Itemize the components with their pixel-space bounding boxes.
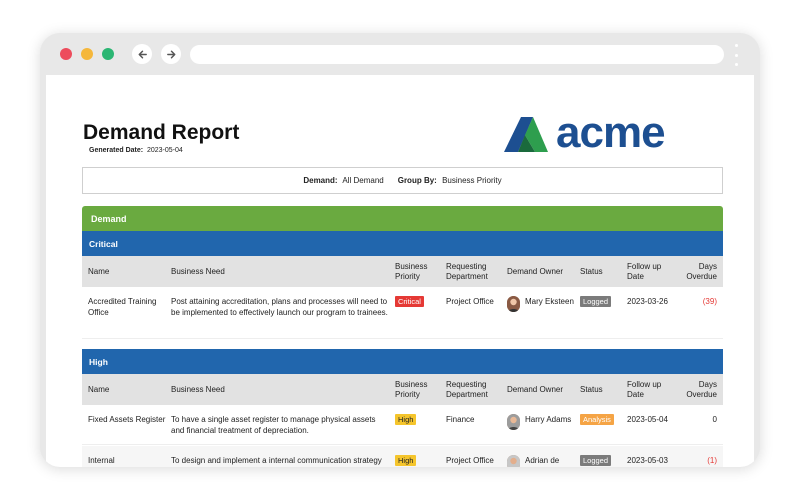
group-by-value: Business Priority	[442, 176, 502, 185]
group-by-filter: Group By: Business Priority	[398, 176, 502, 185]
row-name[interactable]: Accredited Training Office	[88, 296, 166, 318]
close-window-button[interactable]	[60, 48, 72, 60]
col-days-overdue: Days Overdue	[686, 261, 717, 281]
col-requesting-department: Requesting Department	[446, 379, 488, 399]
row-days-overdue: (39)	[702, 297, 717, 306]
row-department: Project Office	[446, 297, 494, 306]
back-button[interactable]	[132, 44, 152, 64]
status-badge: Logged	[580, 296, 612, 307]
filter-summary: Demand: All Demand Group By: Business Pr…	[82, 167, 723, 194]
demand-filter-value: All Demand	[342, 176, 384, 185]
arrow-left-icon	[138, 50, 147, 58]
avatar	[507, 455, 520, 467]
avatar	[507, 296, 520, 312]
col-days-overdue: Days Overdue	[686, 379, 717, 399]
row-days-overdue: 0	[712, 415, 717, 424]
col-business-priority: Business Priority	[395, 379, 428, 399]
row-business-need: To design and implement a internal commu…	[171, 456, 382, 465]
row-follow-up-date: 2023-03-26	[627, 297, 668, 306]
row-business-need: To have a single asset register to manag…	[171, 415, 376, 435]
col-business-priority: Business Priority	[395, 261, 428, 281]
col-name: Name	[88, 384, 110, 394]
page-title: Demand Report	[83, 121, 240, 144]
col-follow-up-date: Follow up Date	[627, 379, 662, 399]
row-days-overdue: (1)	[707, 456, 717, 465]
kebab-menu-icon[interactable]	[733, 44, 739, 66]
arrow-right-icon	[166, 50, 175, 58]
row-owner: Adrian de Villiers	[525, 456, 560, 465]
row-name[interactable]: Internal Communications Strategy	[88, 455, 166, 467]
table-row[interactable]: Fixed Assets Register To have a single a…	[82, 405, 723, 445]
row-owner: Mary Eksteen	[525, 297, 574, 306]
col-name: Name	[88, 266, 110, 276]
table-row[interactable]: Accredited Training Office Post attainin…	[82, 287, 723, 339]
table-row[interactable]: Internal Communications Strategy To desi…	[82, 446, 723, 467]
col-status: Status	[580, 384, 603, 394]
row-department: Project Office	[446, 456, 494, 465]
row-follow-up-date: 2023-05-03	[627, 456, 668, 465]
col-status: Status	[580, 266, 603, 276]
logo-text: acme	[556, 115, 665, 153]
table-header: Name Business Need Business Priority Requ…	[82, 256, 723, 287]
maximize-window-button[interactable]	[102, 48, 114, 60]
col-business-need: Business Need	[171, 384, 225, 394]
browser-window: Demand Report Generated Date: 2023-05-04…	[40, 33, 760, 467]
address-bar[interactable]	[190, 45, 724, 64]
row-business-need: Post attaining accreditation, plans and …	[171, 297, 388, 317]
acme-logo: acme	[504, 115, 666, 153]
generated-date: Generated Date: 2023-05-04	[89, 147, 183, 154]
group-header-critical: Critical	[82, 231, 723, 256]
col-follow-up-date: Follow up Date	[627, 261, 662, 281]
status-badge: Logged	[580, 455, 612, 466]
group-by-label: Group By:	[397, 176, 437, 185]
forward-button[interactable]	[161, 44, 181, 64]
report-page: Demand Report Generated Date: 2023-05-04…	[46, 75, 754, 467]
row-name[interactable]: Fixed Assets Register	[88, 414, 166, 425]
row-follow-up-date: 2023-05-04	[627, 415, 668, 424]
avatar	[507, 414, 520, 430]
col-demand-owner: Demand Owner	[507, 384, 564, 394]
browser-toolbar	[40, 33, 760, 75]
generated-date-value: 2023-05-04	[146, 147, 183, 154]
row-owner: Harry Adams	[525, 415, 572, 424]
generated-date-label: Generated Date:	[89, 147, 144, 154]
status-badge: Analysis	[580, 414, 614, 425]
priority-badge: Critical	[395, 296, 424, 307]
demand-filter-label: Demand:	[303, 176, 338, 185]
group-header-high: High	[82, 349, 723, 374]
section-header-demand: Demand	[82, 206, 723, 231]
priority-badge: High	[395, 455, 417, 466]
priority-badge: High	[395, 414, 417, 425]
minimize-window-button[interactable]	[81, 48, 93, 60]
col-demand-owner: Demand Owner	[507, 266, 564, 276]
col-requesting-department: Requesting Department	[446, 261, 488, 281]
row-department: Finance	[446, 415, 475, 424]
demand-filter: Demand: All Demand	[303, 176, 383, 185]
col-business-need: Business Need	[171, 266, 225, 276]
table-header: Name Business Need Business Priority Requ…	[82, 374, 723, 405]
